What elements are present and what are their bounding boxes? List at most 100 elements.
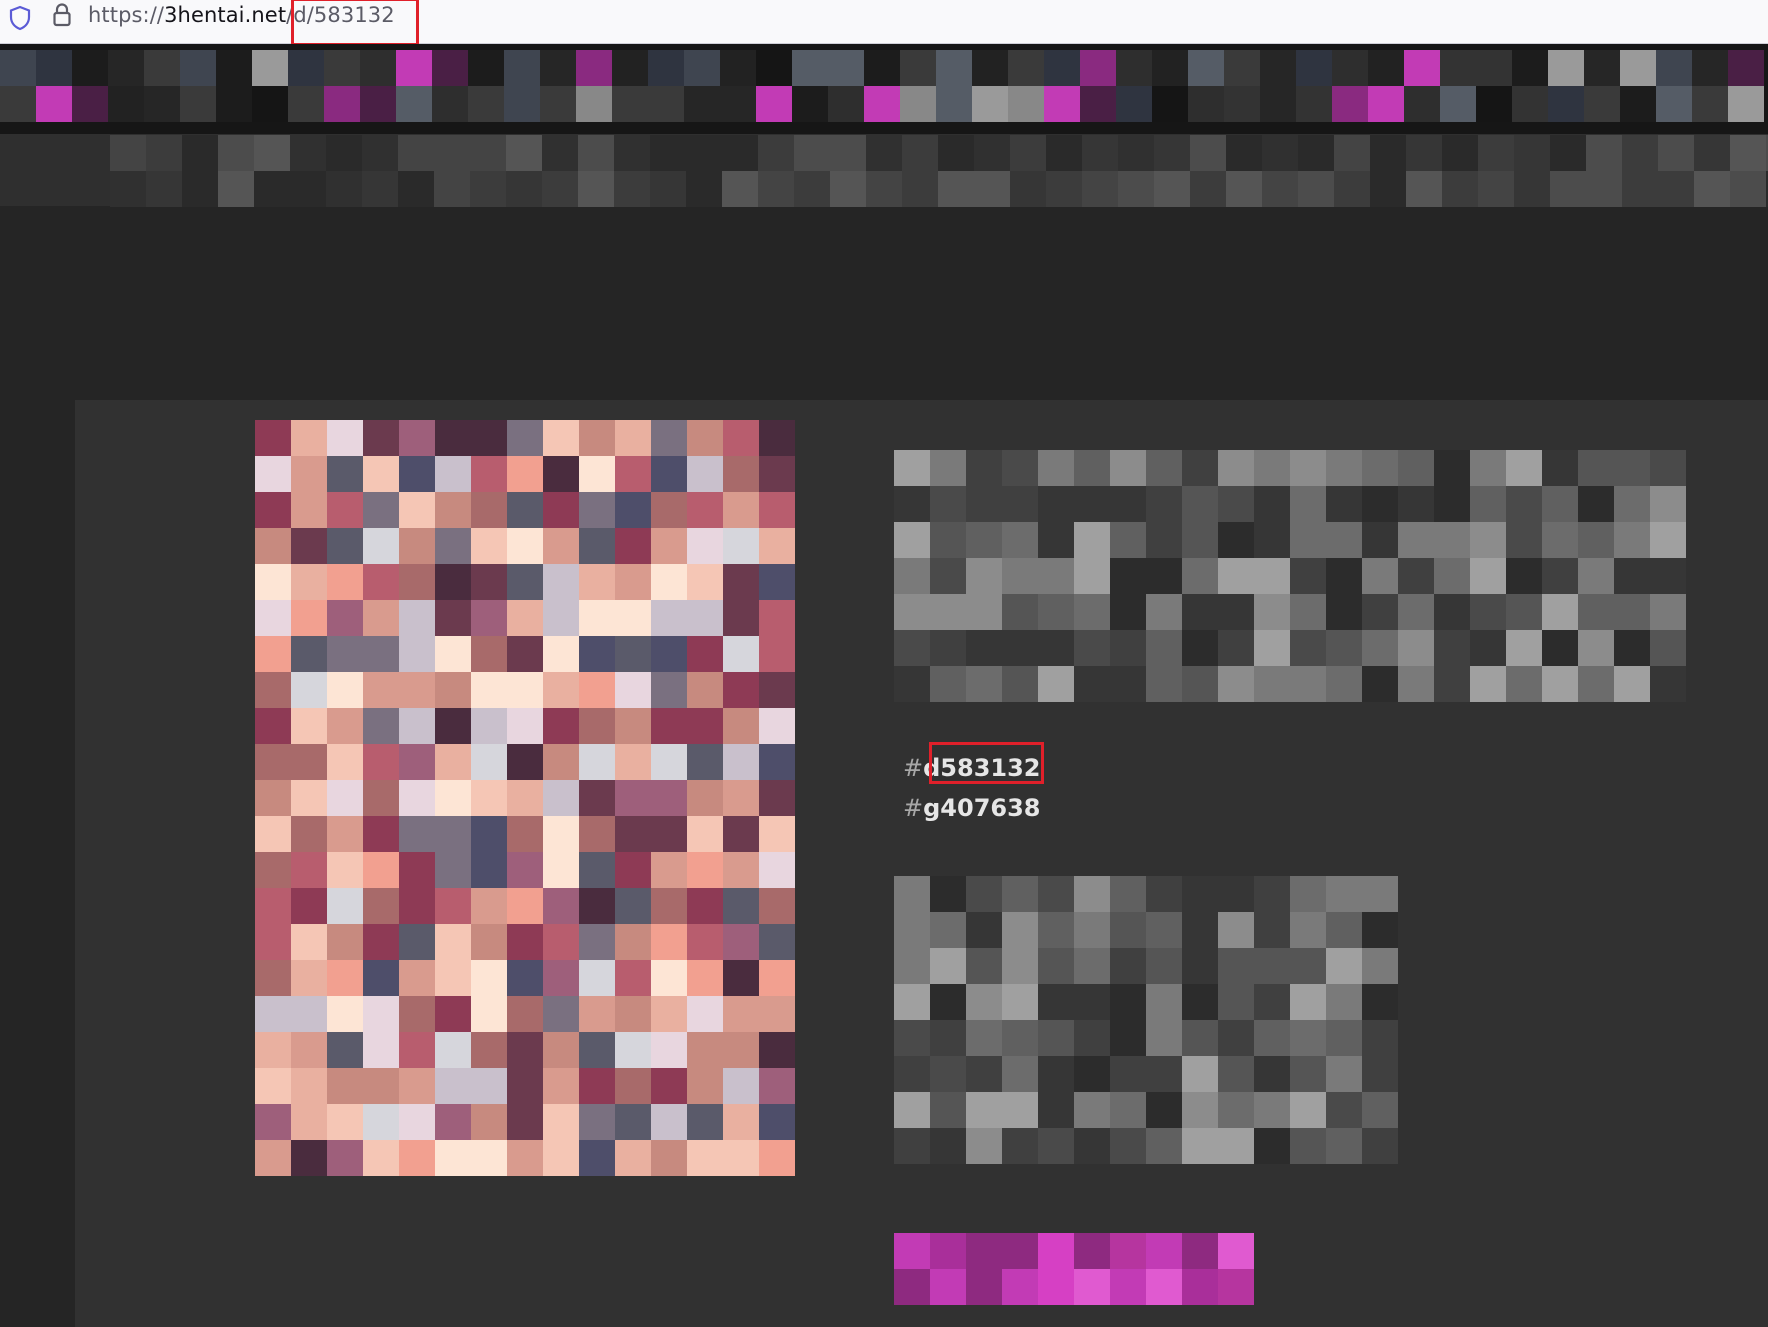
mosaic-cell xyxy=(1650,486,1686,522)
mosaic-cell xyxy=(687,1104,723,1140)
mosaic-cell xyxy=(723,852,759,888)
mosaic-cell xyxy=(930,876,966,912)
mosaic-cell xyxy=(579,528,615,564)
censored-read-button[interactable] xyxy=(894,1233,1254,1305)
mosaic-cell xyxy=(1254,630,1290,666)
mosaic-cell xyxy=(1542,486,1578,522)
mosaic-cell xyxy=(327,996,363,1032)
mosaic-cell xyxy=(435,1104,471,1140)
censored-cover-image[interactable] xyxy=(255,420,795,1176)
mosaic-cell xyxy=(399,1104,435,1140)
mosaic-cell xyxy=(543,1104,579,1140)
mosaic-cell xyxy=(291,456,327,492)
mosaic-cell xyxy=(255,888,291,924)
mosaic-cell xyxy=(435,744,471,780)
mosaic-cell xyxy=(720,86,756,122)
mosaic-cell xyxy=(1110,1056,1146,1092)
mosaic-cell xyxy=(255,420,291,456)
mosaic-cell xyxy=(1182,912,1218,948)
mosaic-cell xyxy=(1110,912,1146,948)
mosaic-cell xyxy=(1002,1020,1038,1056)
mosaic-cell xyxy=(1080,86,1116,122)
mosaic-cell xyxy=(363,780,399,816)
mosaic-cell xyxy=(327,600,363,636)
mosaic-cell xyxy=(543,492,579,528)
mosaic-cell xyxy=(1226,171,1262,207)
mosaic-cell xyxy=(1182,558,1218,594)
mosaic-cell xyxy=(1038,1128,1074,1164)
mosaic-cell xyxy=(1146,1233,1182,1269)
mosaic-cell xyxy=(723,816,759,852)
mosaic-cell xyxy=(723,1140,759,1176)
mosaic-cell xyxy=(651,852,687,888)
mosaic-cell xyxy=(1224,86,1260,122)
mosaic-cell xyxy=(579,744,615,780)
mosaic-cell xyxy=(723,924,759,960)
mosaic-cell xyxy=(894,984,930,1020)
mosaic-cell xyxy=(543,1068,579,1104)
mosaic-cell xyxy=(543,1140,579,1176)
mosaic-cell xyxy=(1620,50,1656,86)
mosaic-cell xyxy=(435,816,471,852)
mosaic-cell xyxy=(759,780,795,816)
mosaic-cell xyxy=(687,1032,723,1068)
mosaic-cell xyxy=(687,456,723,492)
mosaic-cell xyxy=(687,816,723,852)
mosaic-cell xyxy=(1470,666,1506,702)
mosaic-cell xyxy=(1406,171,1442,207)
mosaic-cell xyxy=(900,86,936,122)
mosaic-cell xyxy=(1254,486,1290,522)
mosaic-cell xyxy=(723,528,759,564)
mosaic-cell xyxy=(363,960,399,996)
mosaic-cell xyxy=(1398,594,1434,630)
mosaic-cell xyxy=(1398,558,1434,594)
mosaic-cell xyxy=(1370,171,1406,207)
mosaic-cell xyxy=(759,636,795,672)
mosaic-cell xyxy=(686,135,722,171)
mosaic-cell xyxy=(687,600,723,636)
mosaic-cell xyxy=(291,996,327,1032)
lock-icon[interactable] xyxy=(50,1,74,29)
mosaic-cell xyxy=(1656,50,1692,86)
mosaic-cell xyxy=(1146,912,1182,948)
mosaic-cell xyxy=(471,924,507,960)
gallery-id-link[interactable]: #g407638 xyxy=(903,788,1040,828)
mosaic-cell xyxy=(756,86,792,122)
mosaic-cell xyxy=(1218,912,1254,948)
browser-address-bar[interactable]: https://3hentai.net/d/583132 xyxy=(0,0,1768,46)
mosaic-cell xyxy=(894,912,930,948)
mosaic-cell xyxy=(1182,1020,1218,1056)
mosaic-cell xyxy=(291,492,327,528)
mosaic-cell xyxy=(720,50,756,86)
mosaic-cell xyxy=(966,1233,1002,1269)
mosaic-cell xyxy=(327,1068,363,1104)
mosaic-cell xyxy=(363,1068,399,1104)
mosaic-cell xyxy=(1326,486,1362,522)
mosaic-cell xyxy=(1002,1233,1038,1269)
mosaic-cell xyxy=(1116,50,1152,86)
mosaic-cell xyxy=(615,636,651,672)
mosaic-cell xyxy=(1442,171,1478,207)
mosaic-cell xyxy=(1146,984,1182,1020)
mosaic-cell xyxy=(1038,912,1074,948)
mosaic-cell xyxy=(894,1092,930,1128)
mosaic-cell xyxy=(614,171,650,207)
mosaic-cell xyxy=(615,744,651,780)
mosaic-cell xyxy=(327,960,363,996)
mosaic-cell xyxy=(974,135,1010,171)
mosaic-cell xyxy=(543,420,579,456)
mosaic-cell xyxy=(471,672,507,708)
mosaic-cell xyxy=(291,672,327,708)
mosaic-cell xyxy=(830,171,866,207)
mosaic-cell xyxy=(579,960,615,996)
mosaic-cell xyxy=(1146,630,1182,666)
mosaic-cell xyxy=(1434,486,1470,522)
mosaic-cell xyxy=(542,171,578,207)
mosaic-cell xyxy=(966,1128,1002,1164)
mosaic-cell xyxy=(1262,135,1298,171)
mosaic-cell xyxy=(1578,594,1614,630)
shield-icon[interactable] xyxy=(8,4,32,32)
mosaic-cell xyxy=(471,960,507,996)
mosaic-cell xyxy=(543,456,579,492)
mosaic-cell xyxy=(1110,1128,1146,1164)
